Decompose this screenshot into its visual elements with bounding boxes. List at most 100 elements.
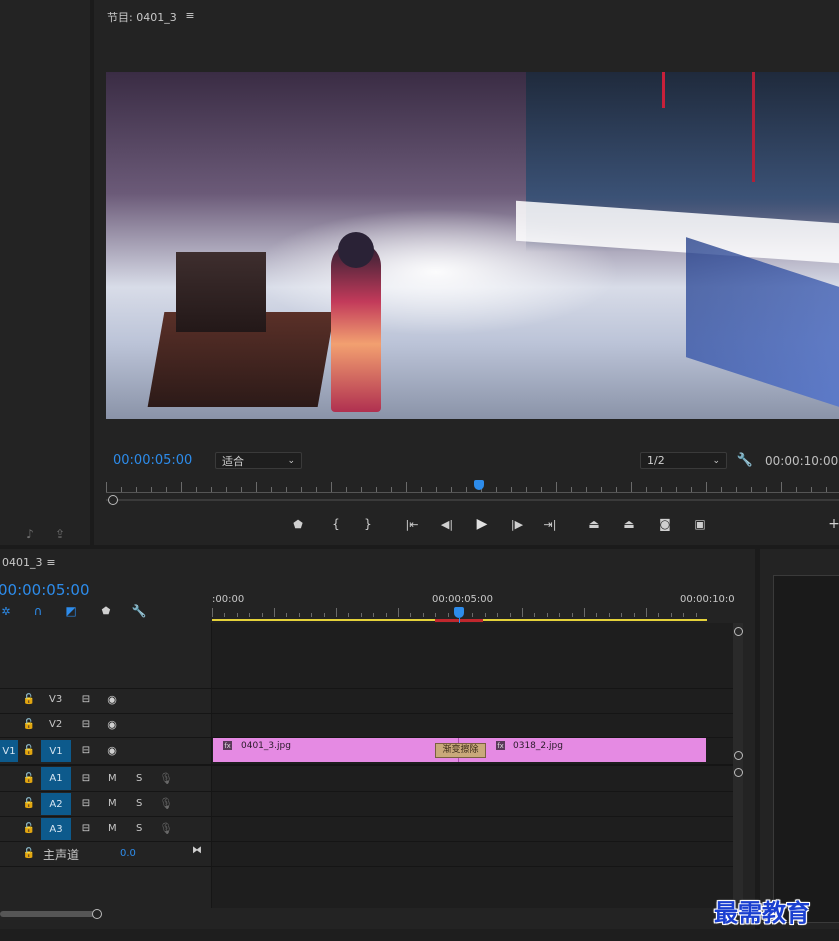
chevron-down-icon: ⌄: [712, 455, 720, 466]
toggle-sync-lock-icon[interactable]: ⊟: [79, 693, 93, 705]
lock-icon[interactable]: 🔓: [23, 797, 35, 809]
ruler-tick: [601, 487, 602, 492]
track-v1-label[interactable]: V1: [41, 740, 71, 762]
track-a3-label[interactable]: A3: [41, 818, 71, 840]
go-to-end-icon[interactable]: ⧓: [190, 844, 204, 856]
go-to-out-icon[interactable]: ⇥|: [541, 517, 559, 531]
step-back-icon[interactable]: ◀|: [439, 517, 455, 531]
watermark-logo: 最需教育: [714, 898, 810, 927]
eye-icon[interactable]: ◉: [105, 693, 119, 706]
solo-button[interactable]: S: [136, 798, 142, 809]
ruler-tick: [435, 613, 437, 617]
hamburger-menu-icon[interactable]: ≡: [184, 9, 196, 22]
solo-button[interactable]: S: [136, 823, 142, 834]
ruler-tick: [298, 613, 300, 617]
lift-icon[interactable]: ⏏: [584, 516, 604, 532]
transition-block[interactable]: 渐变擦除: [435, 743, 486, 758]
lock-icon[interactable]: 🔓: [23, 847, 35, 859]
solo-button[interactable]: S: [136, 773, 142, 784]
lock-icon[interactable]: 🔓: [23, 718, 35, 730]
clip-0318-2[interactable]: fx 0318_2.jpg: [459, 738, 706, 762]
eye-icon[interactable]: ◉: [105, 744, 119, 757]
ruler-tick: [522, 608, 523, 617]
ruler-tick: [410, 613, 412, 617]
add-marker-icon[interactable]: ⬟: [99, 604, 113, 618]
settings-wrench-icon[interactable]: 🔧: [737, 452, 753, 468]
zoom-scrollbar[interactable]: [106, 495, 839, 505]
toggle-sync-lock-icon[interactable]: ⊟: [79, 797, 93, 809]
ruler-tick: [256, 482, 257, 492]
ruler-tick: [286, 487, 287, 492]
lock-icon[interactable]: 🔓: [23, 822, 35, 834]
microphone-icon[interactable]: 🎙: [159, 771, 173, 785]
mark-out-icon[interactable]: }: [361, 517, 375, 531]
ruler-tick: [211, 487, 212, 492]
timeline-title[interactable]: 0401_3: [2, 556, 43, 569]
share-icon[interactable]: ⇪: [52, 526, 68, 542]
lock-icon[interactable]: 🔓: [23, 772, 35, 784]
timeline-hscroll[interactable]: [0, 908, 733, 920]
timeline-current-time[interactable]: 00:00:05:00: [0, 581, 90, 599]
program-video-frame: [106, 72, 839, 419]
export-frame-icon[interactable]: ◙: [657, 516, 673, 532]
compare-view-icon[interactable]: ▣: [690, 516, 710, 532]
lock-icon[interactable]: 🔓: [23, 744, 35, 756]
master-volume[interactable]: 0.0: [120, 848, 136, 859]
source-patch-v1[interactable]: V1: [0, 740, 18, 762]
toggle-sync-lock-icon[interactable]: ⊟: [79, 772, 93, 784]
insert-icon[interactable]: ◩: [63, 604, 79, 618]
resolution-select[interactable]: 1/2 ⌄: [640, 452, 727, 469]
ruler-tick: [212, 608, 213, 617]
ruler-tick: [661, 487, 662, 492]
extract-icon[interactable]: ⏏: [619, 516, 639, 532]
vscroll-handle-low[interactable]: [734, 768, 743, 777]
program-current-time[interactable]: 00:00:05:00: [113, 453, 192, 468]
lock-icon[interactable]: 🔓: [23, 693, 35, 705]
audio-meters-panel: [760, 549, 839, 929]
track-a2-label[interactable]: A2: [41, 793, 71, 815]
eye-icon[interactable]: ◉: [105, 718, 119, 731]
ruler-tick: [781, 482, 782, 492]
toggle-sync-lock-icon[interactable]: ⊟: [79, 718, 93, 730]
timeline-playhead-head[interactable]: [454, 607, 464, 618]
zoom-handle[interactable]: [108, 495, 118, 505]
toggle-sync-lock-icon[interactable]: ⊟: [79, 744, 93, 756]
vscroll-handle-top[interactable]: [734, 627, 743, 636]
ruler-tick: [826, 487, 827, 492]
timeline-ruler[interactable]: :00:00 00:00:05:00 00:00:10:0: [212, 590, 735, 623]
ruler-tick: [311, 613, 313, 617]
mark-in-icon[interactable]: {: [329, 517, 343, 531]
ruler-tick: [546, 613, 548, 617]
linked-selection-icon[interactable]: ∩: [30, 604, 46, 618]
hamburger-menu-icon[interactable]: ≡: [45, 556, 57, 569]
ruler-tick: [451, 487, 452, 492]
audio-output-icon[interactable]: ♪: [22, 526, 38, 542]
mute-button[interactable]: M: [108, 773, 117, 784]
mute-button[interactable]: M: [108, 823, 117, 834]
ruler-tick: [658, 613, 660, 617]
track-v2-label[interactable]: V2: [49, 719, 62, 730]
step-forward-icon[interactable]: |▶: [509, 517, 525, 531]
play-icon[interactable]: ▶: [474, 516, 490, 532]
playhead-marker[interactable]: [474, 480, 484, 490]
fit-select[interactable]: 适合 ⌄: [215, 452, 302, 469]
hscroll-handle[interactable]: [92, 909, 102, 919]
microphone-icon[interactable]: 🎙: [159, 796, 173, 810]
ruler-tick: [331, 482, 332, 492]
settings-wrench-icon[interactable]: 🔧: [131, 603, 147, 619]
track-v3-label[interactable]: V3: [49, 694, 62, 705]
program-monitor-title[interactable]: 节目: 0401_3: [107, 9, 177, 25]
timeline-vscroll[interactable]: [733, 623, 743, 908]
vscroll-handle-mid[interactable]: [734, 751, 743, 760]
mute-button[interactable]: M: [108, 798, 117, 809]
add-button-icon[interactable]: +: [828, 516, 839, 532]
go-to-in-icon[interactable]: |⇤: [403, 517, 421, 531]
microphone-icon[interactable]: 🎙: [159, 821, 173, 835]
marker-icon[interactable]: ⬟: [291, 517, 305, 531]
snap-icon[interactable]: ✲: [0, 604, 12, 618]
track-a1-label[interactable]: A1: [41, 767, 71, 790]
toggle-sync-lock-icon[interactable]: ⊟: [79, 822, 93, 834]
clip-name: 0401_3.jpg: [241, 741, 291, 751]
clip-0401-3[interactable]: fx 0401_3.jpg: [213, 738, 459, 762]
program-scrub-ruler[interactable]: [106, 478, 839, 494]
